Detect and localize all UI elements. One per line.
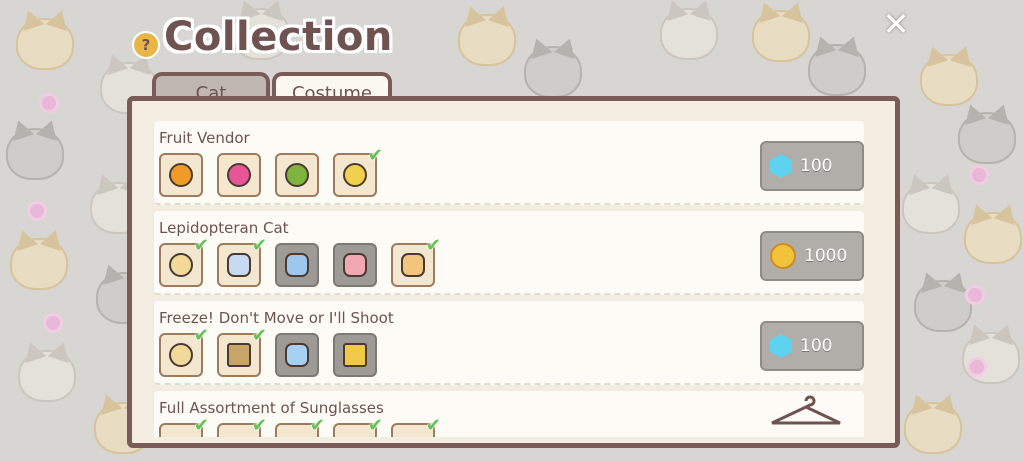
- collection-panel: Fruit Vendor ✔ 100 Lepidopteran Cat ✔ ✔ …: [127, 96, 900, 448]
- check-icon: ✔: [251, 235, 267, 256]
- bee-box-icon[interactable]: [333, 333, 377, 377]
- price-label: 1000: [804, 246, 848, 266]
- list-item: Freeze! Don't Move or I'll Shoot ✔ ✔ 100: [154, 301, 864, 385]
- sunglasses-icon[interactable]: ✔: [333, 415, 383, 437]
- sunglasses-icon[interactable]: ✔: [275, 415, 325, 437]
- check-icon: ✔: [367, 415, 383, 436]
- sunglasses-icon[interactable]: ✔: [217, 415, 267, 437]
- sunglasses-icon[interactable]: ✔: [391, 415, 441, 437]
- pink-antenna-wing-icon[interactable]: [333, 243, 377, 287]
- box-icon[interactable]: ✔: [217, 325, 267, 377]
- check-icon: ✔: [193, 235, 209, 256]
- grapefruit-slice-icon[interactable]: [217, 153, 261, 197]
- page-title: Collection: [164, 14, 393, 60]
- check-icon: ✔: [367, 145, 383, 166]
- check-icon: ✔: [193, 325, 209, 346]
- hanger-icon: [771, 395, 841, 425]
- check-icon: ✔: [251, 415, 267, 436]
- costume-items: ✔ ✔: [159, 325, 377, 377]
- purchase-button[interactable]: 100: [760, 141, 864, 191]
- check-icon: ✔: [425, 415, 441, 436]
- costume-list[interactable]: Fruit Vendor ✔ 100 Lepidopteran Cat ✔ ✔ …: [140, 107, 887, 437]
- costume-set-name: Full Assortment of Sunglasses: [159, 399, 384, 417]
- costume-items: ✔ ✔ ✔: [159, 235, 441, 287]
- help-icon[interactable]: ?: [132, 31, 160, 59]
- lime-slice-icon[interactable]: [275, 153, 319, 197]
- lemon-slice-icon[interactable]: ✔: [333, 145, 383, 197]
- close-button[interactable]: ✕: [880, 8, 912, 40]
- check-icon: ✔: [309, 415, 325, 436]
- list-item: Fruit Vendor ✔ 100: [154, 121, 864, 205]
- orange-antenna-wing-icon[interactable]: ✔: [391, 235, 441, 287]
- gem-icon: [770, 334, 792, 358]
- cocoon-icon[interactable]: ✔: [159, 235, 209, 287]
- hood-icon[interactable]: ✔: [159, 325, 209, 377]
- costume-items: ✔: [159, 145, 383, 197]
- price-label: 100: [800, 156, 833, 176]
- gem-icon: [770, 154, 792, 178]
- orange-slice-icon[interactable]: [159, 153, 203, 197]
- yellow-antenna-wing-icon[interactable]: ✔: [217, 235, 267, 287]
- coin-icon: [770, 243, 796, 269]
- blue-ribbon-icon[interactable]: [275, 333, 319, 377]
- check-icon: ✔: [193, 415, 209, 436]
- costume-set-name: Fruit Vendor: [159, 129, 250, 147]
- blue-antenna-wing-icon[interactable]: [275, 243, 319, 287]
- price-label: 100: [800, 336, 833, 356]
- sunglasses-icon[interactable]: ✔: [159, 415, 209, 437]
- list-item: Lepidopteran Cat ✔ ✔ ✔ 1000: [154, 211, 864, 295]
- list-item: Full Assortment of Sunglasses ✔ ✔ ✔ ✔ ✔: [154, 391, 864, 437]
- purchase-button[interactable]: 1000: [760, 231, 864, 281]
- purchase-button[interactable]: 100: [760, 321, 864, 371]
- check-icon: ✔: [425, 235, 441, 256]
- costume-set-name: Lepidopteran Cat: [159, 219, 289, 237]
- costume-items: ✔ ✔ ✔ ✔ ✔: [159, 415, 441, 437]
- check-icon: ✔: [251, 325, 267, 346]
